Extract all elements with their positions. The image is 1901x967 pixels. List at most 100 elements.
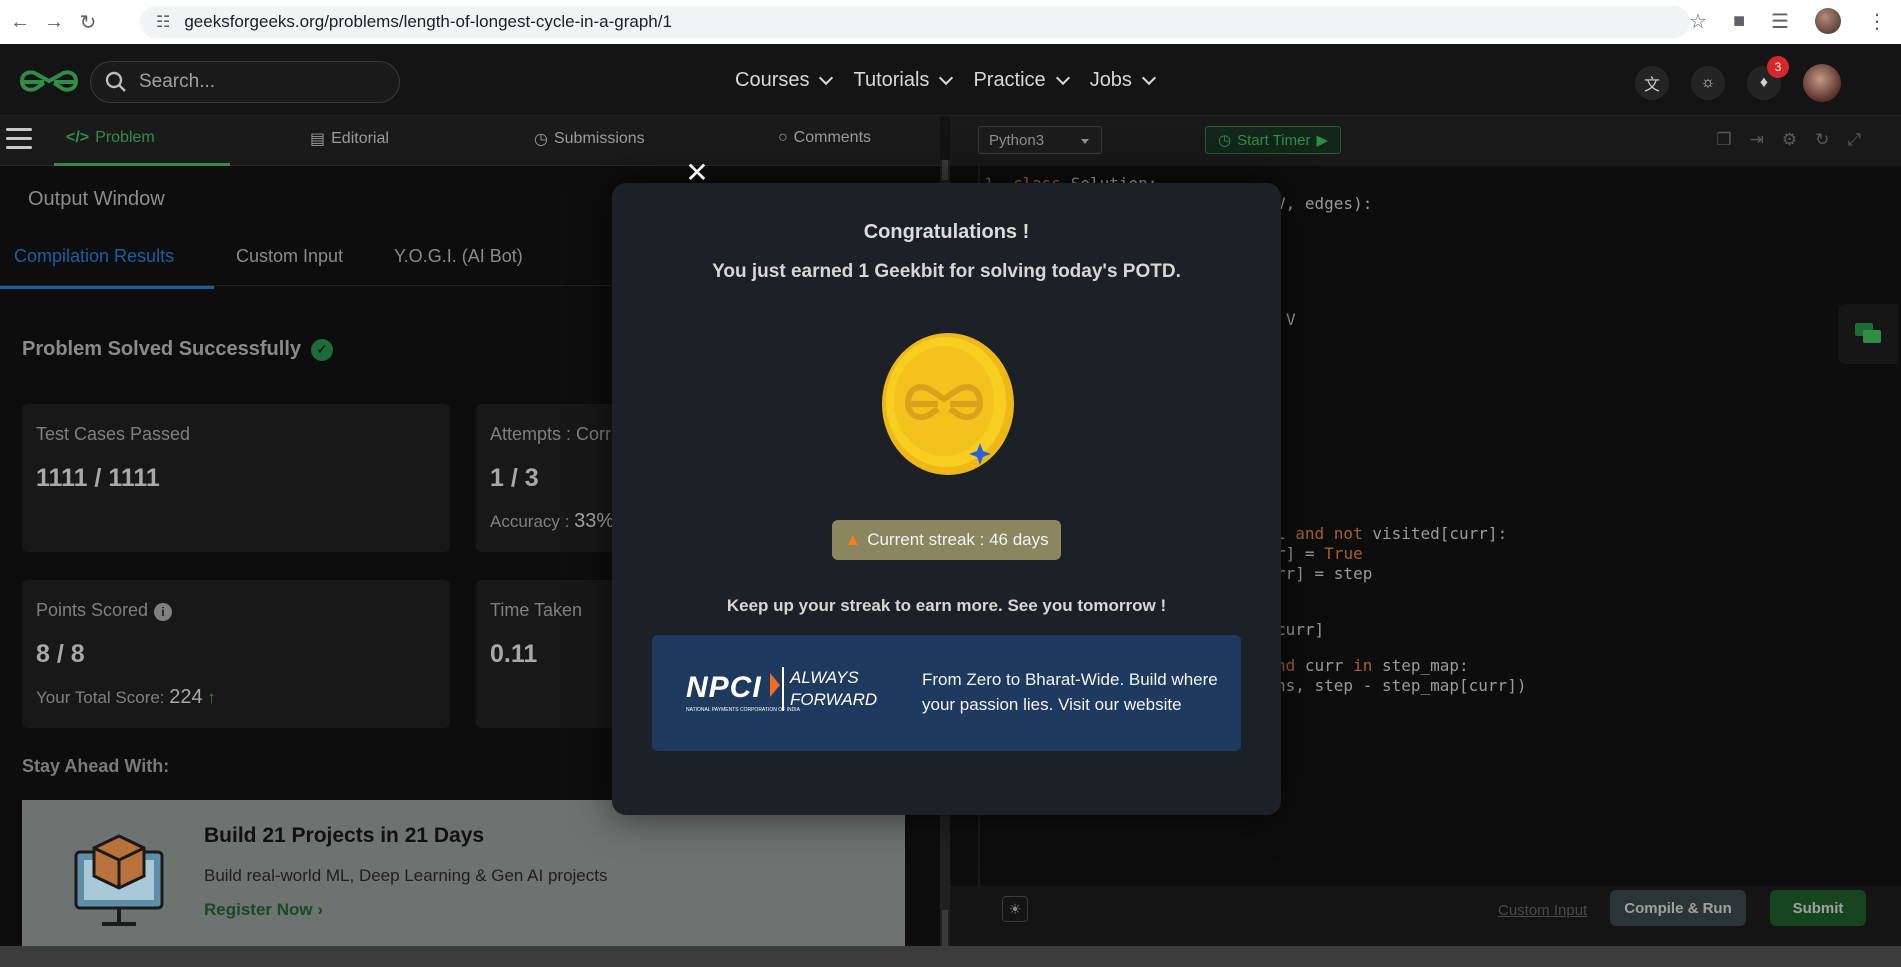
nav-tutorials-label: Tutorials — [853, 69, 930, 91]
output-tab-indicator — [0, 286, 214, 289]
chevron-down-icon — [1141, 70, 1157, 85]
nav-courses[interactable]: Courses — [735, 69, 834, 92]
code-line-5: r] = True — [1276, 544, 1363, 563]
modal-keep-message: Keep up your streak to earn more. See yo… — [726, 596, 1167, 615]
modal-title: Congratulations ! — [863, 221, 1030, 243]
bookmark-star-icon[interactable]: ☆ — [1689, 9, 1707, 34]
address-bar[interactable]: ☷ geeksforgeeks.org/problems/length-of-l… — [140, 6, 1690, 38]
translate-icon[interactable]: 文 — [1635, 66, 1669, 100]
forward-icon[interactable]: → — [40, 8, 68, 36]
npci-divider — [782, 667, 784, 711]
reset-icon[interactable]: ↻ — [1815, 130, 1829, 150]
tab-problem-label: Problem — [95, 129, 155, 146]
npci-logo-text: NPCI — [686, 671, 762, 704]
lightbulb-icon[interactable]: ☀ — [1002, 896, 1028, 922]
horizontal-scrollbar[interactable] — [0, 946, 1901, 967]
tab-problem[interactable]: </> Problem — [66, 129, 155, 147]
scrollbar-thumb[interactable] — [942, 160, 948, 180]
site-header: Search... Courses Tutorials Practice Job… — [0, 44, 1901, 116]
npci-tagline-2: FORWARD — [790, 690, 878, 709]
code-line-7: curr] — [1276, 620, 1325, 639]
points-label-row: Points Scored i — [36, 600, 173, 621]
search-input[interactable]: Search... — [90, 61, 400, 103]
total-score-row: Your Total Score: 224 ↑ — [36, 686, 216, 709]
media-icon[interactable]: ☰ — [1771, 9, 1789, 34]
editor-toolbar: Python3 ◷ Start Timer ▶ ❐ ⇥ ⚙ ↻ ⤢ — [950, 116, 1901, 166]
user-avatar[interactable] — [1803, 64, 1841, 102]
import-icon[interactable]: ⇥ — [1750, 130, 1764, 150]
tab-yogi-ai-bot[interactable]: Y.O.G.I. (AI Bot) — [394, 246, 523, 267]
extensions-icon[interactable]: ■ — [1733, 10, 1745, 33]
nav-practice[interactable]: Practice — [973, 69, 1070, 92]
chat-float-button[interactable] — [1838, 304, 1898, 364]
code-line-6: rr] = step — [1276, 564, 1373, 583]
compile-run-button[interactable]: Compile & Run — [1610, 890, 1746, 926]
close-icon[interactable]: ✕ — [682, 157, 712, 188]
nav-courses-label: Courses — [735, 69, 810, 91]
theme-toggle-icon[interactable]: ☼ — [1691, 66, 1725, 100]
tab-editorial[interactable]: ▤ Editorial — [310, 129, 389, 149]
nav-tutorials[interactable]: Tutorials — [853, 69, 954, 92]
npci-arrow-icon — [770, 673, 780, 697]
promo-title: Build 21 Projects in 21 Days — [204, 824, 485, 847]
chevron-down-icon — [819, 70, 834, 85]
test-cases-label: Test Cases Passed — [36, 424, 191, 444]
fire-icon: ▲ — [844, 530, 862, 549]
notification-badge: 3 — [1767, 56, 1789, 78]
test-cases-value: 1111 / 1111 — [36, 464, 160, 492]
code-keyword: and not — [1295, 524, 1363, 543]
tab-comments[interactable]: ○ Comments — [778, 129, 871, 147]
promo-description: Build real-world ML, Deep Learning & Gen… — [204, 866, 608, 885]
browser-menu-icon[interactable]: ⋮ — [1867, 9, 1887, 34]
npci-ad-text: From Zero to Bharat-Wide. Build where yo… — [922, 670, 1218, 714]
info-icon[interactable]: i — [154, 603, 173, 621]
search-placeholder: Search... — [139, 71, 216, 92]
url-text: geeksforgeeks.org/problems/length-of-lon… — [184, 12, 672, 31]
tab-submissions-label: Submissions — [553, 130, 645, 147]
npci-logo: NPCI ALWAYS FORWARD NATIONAL PAYMENTS CO… — [686, 667, 886, 723]
code-keyword: in — [1353, 656, 1373, 675]
nav-jobs[interactable]: Jobs — [1090, 69, 1157, 92]
code-line-3: V — [1286, 310, 1296, 329]
notification-bell-icon[interactable]: ♦ 3 — [1747, 56, 1789, 100]
browser-toolbar: ← → ↻ ☷ geeksforgeeks.org/problems/lengt… — [0, 0, 1901, 44]
register-now-link[interactable]: Register Now › — [204, 900, 323, 920]
start-timer-button[interactable]: ◷ Start Timer ▶ — [1205, 126, 1341, 154]
gfg-logo[interactable] — [18, 64, 80, 98]
check-circle-icon: ✓ — [311, 338, 333, 361]
search-icon — [105, 71, 126, 92]
submit-button[interactable]: Submit — [1770, 890, 1866, 926]
tab-submissions[interactable]: ◷ Submissions — [534, 129, 645, 149]
custom-input-link[interactable]: Custom Input — [1498, 902, 1587, 919]
total-score-value: 224 — [169, 686, 203, 708]
tab-compilation-results[interactable]: Compilation Results — [14, 246, 174, 267]
tab-custom-input[interactable]: Custom Input — [236, 246, 343, 267]
site-info-icon[interactable]: ☷ — [156, 12, 170, 32]
settings-gear-icon[interactable]: ⚙ — [1782, 130, 1797, 150]
npci-tagline-1: ALWAYS — [790, 668, 859, 687]
fullscreen-icon[interactable]: ⤢ — [1847, 130, 1861, 150]
code-line-2: V, edges): — [1276, 194, 1373, 213]
promo-banner[interactable]: Build 21 Projects in 21 Days Build real-… — [22, 800, 905, 946]
back-icon[interactable]: ← — [6, 8, 34, 36]
language-select[interactable]: Python3 — [978, 126, 1102, 154]
attempts-value: 1 / 3 — [490, 464, 539, 492]
reload-icon[interactable]: ↻ — [74, 8, 102, 36]
browser-profile-avatar[interactable] — [1815, 8, 1841, 34]
editor-footer: ☀ Custom Input Compile & Run Submit — [950, 886, 1901, 946]
points-card: Points Scored i 8 / 8 Your Total Score: 2… — [22, 580, 450, 728]
result-status: Problem Solved Successfully ✓ — [22, 338, 333, 361]
tab-comments-label: Comments — [793, 129, 872, 146]
scrollbar-thumb-bottom[interactable] — [942, 910, 948, 946]
time-label: Time Taken — [490, 600, 583, 620]
copy-icon[interactable]: ❐ — [1716, 130, 1731, 150]
accuracy-row: Accuracy : 33% — [490, 510, 614, 533]
result-status-text: Problem Solved Successfully — [22, 338, 301, 360]
hamburger-menu-icon[interactable] — [6, 128, 32, 152]
clock-icon: ◷ — [534, 131, 548, 148]
arrow-up-icon: ↑ — [207, 688, 216, 707]
npci-ad-banner[interactable]: NPCI ALWAYS FORWARD NATIONAL PAYMENTS CO… — [652, 635, 1241, 751]
modal-subtitle: You just earned 1 Geekbit for solving to… — [712, 261, 1181, 282]
monitor-box-icon — [74, 834, 164, 926]
points-label: Points Scored — [36, 600, 149, 620]
